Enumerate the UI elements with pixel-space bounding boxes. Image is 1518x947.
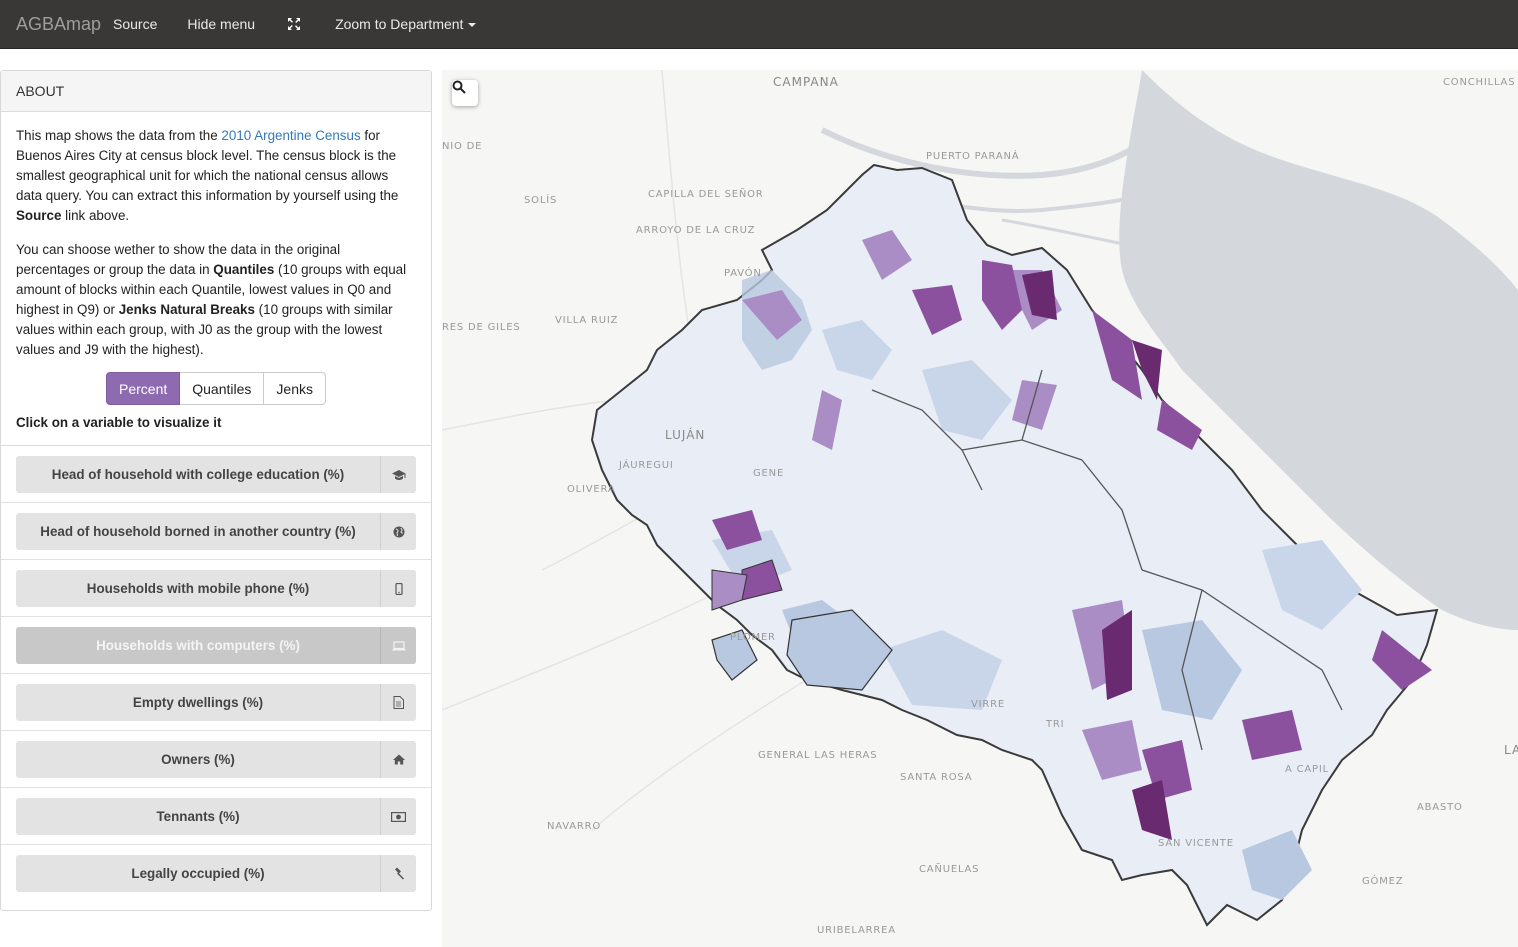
map-search-button[interactable] (452, 80, 478, 106)
variable-owners-button[interactable]: Owners (%) (16, 741, 416, 778)
map-layer (442, 70, 1518, 927)
about-body: This map shows the data from the 2010 Ar… (1, 112, 431, 360)
place-label: SAN VICENTE (1158, 838, 1234, 849)
place-label: A CAPIL (1285, 764, 1329, 775)
place-label: JÁUREGUI (619, 460, 674, 471)
variable-computers-button[interactable]: Households with computers (%) (16, 627, 416, 664)
place-label: TRI (1046, 719, 1065, 730)
place-label: SOLÍS (524, 195, 558, 206)
money-icon (380, 798, 416, 835)
mode-toggle: Percent Quantiles Jenks (1, 372, 431, 405)
mode-percent-button[interactable]: Percent (106, 372, 181, 405)
search-icon (452, 80, 466, 94)
place-label: ABASTO (1417, 802, 1463, 813)
about-paragraph-2: You can shoose wether to show the data i… (16, 242, 407, 357)
place-label: NIO DE (442, 141, 483, 152)
sidebar: ABOUT This map shows the data from the 2… (0, 70, 432, 911)
place-label: CAPILLA DEL SEÑOR (648, 189, 764, 200)
variable-empty-dwellings-button[interactable]: Empty dwellings (%) (16, 684, 416, 721)
list-item: Empty dwellings (%) (1, 674, 431, 731)
list-item: Owners (%) (1, 731, 431, 788)
place-label: RES DE GILES (442, 322, 521, 333)
place-label: ARROYO DE LA CRUZ (636, 225, 756, 236)
zoom-to-department-dropdown[interactable]: Zoom to Department (335, 16, 477, 32)
list-item: Head of household with college education… (1, 446, 431, 503)
document-icon (380, 684, 416, 721)
brand-logo[interactable]: AGBAmap (0, 14, 113, 35)
list-item: Head of household borned in another coun… (1, 503, 431, 560)
place-label: NAVARRO (547, 821, 602, 832)
variable-legally-occupied-button[interactable]: Legally occupied (%) (16, 855, 416, 892)
place-label: PLOMER (730, 632, 776, 643)
variable-list: Head of household with college education… (1, 445, 431, 902)
list-item: Households with mobile phone (%) (1, 560, 431, 617)
mode-quantiles-button[interactable]: Quantiles (180, 372, 265, 405)
place-label: PAVÓN (724, 268, 762, 279)
census-link[interactable]: 2010 Argentine Census (221, 128, 360, 143)
list-item: Households with computers (%) (1, 617, 431, 674)
navbar: AGBAmap Source Hide menu Zoom to Departm… (0, 0, 1518, 49)
map-canvas[interactable]: CAMPANA CONCHILLAS NIO DE PUERTO PARANÁ … (442, 70, 1518, 947)
globe-icon (380, 513, 416, 550)
hide-menu-link[interactable]: Hide menu (187, 16, 255, 32)
place-label: CONCHILLAS (1443, 77, 1516, 88)
list-item: Legally occupied (%) (1, 845, 431, 902)
click-hint: Click on a variable to visualize it (16, 415, 222, 430)
laptop-icon (380, 627, 416, 664)
place-label: CAMPANA (773, 75, 839, 89)
variable-college-education-button[interactable]: Head of household with college education… (16, 456, 416, 493)
gavel-icon (380, 855, 416, 892)
place-label: GENERAL LAS HERAS (758, 750, 878, 761)
place-label: GENE (753, 468, 785, 479)
place-label: URIBELARREA (817, 925, 896, 936)
variable-foreign-born-button[interactable]: Head of household borned in another coun… (16, 513, 416, 550)
place-label: LA (1504, 743, 1518, 757)
place-label: PUERTO PARANÁ (926, 151, 1020, 162)
graduation-cap-icon (380, 456, 416, 493)
place-label: GÓMEZ (1362, 876, 1404, 887)
about-heading: ABOUT (1, 71, 431, 112)
about-paragraph-1: This map shows the data from the 2010 Ar… (16, 128, 399, 223)
place-label: VILLA RUIZ (555, 315, 619, 326)
place-label: VIRRE (971, 699, 1006, 710)
mobile-phone-icon (380, 570, 416, 607)
variable-tennants-button[interactable]: Tennants (%) (16, 798, 416, 835)
zoom-label: Zoom to Department (335, 16, 464, 32)
place-label: SANTA ROSA (900, 772, 973, 783)
place-label: LUJÁN (665, 428, 706, 442)
place-label: CAÑUELAS (919, 864, 980, 875)
mode-jenks-button[interactable]: Jenks (264, 372, 326, 405)
fullscreen-icon[interactable] (287, 17, 301, 31)
caret-down-icon (468, 23, 477, 28)
home-icon (380, 741, 416, 778)
place-label: OLIVERA (567, 484, 616, 495)
source-link[interactable]: Source (113, 16, 157, 32)
variable-mobile-phone-button[interactable]: Households with mobile phone (%) (16, 570, 416, 607)
list-item: Tennants (%) (1, 788, 431, 845)
